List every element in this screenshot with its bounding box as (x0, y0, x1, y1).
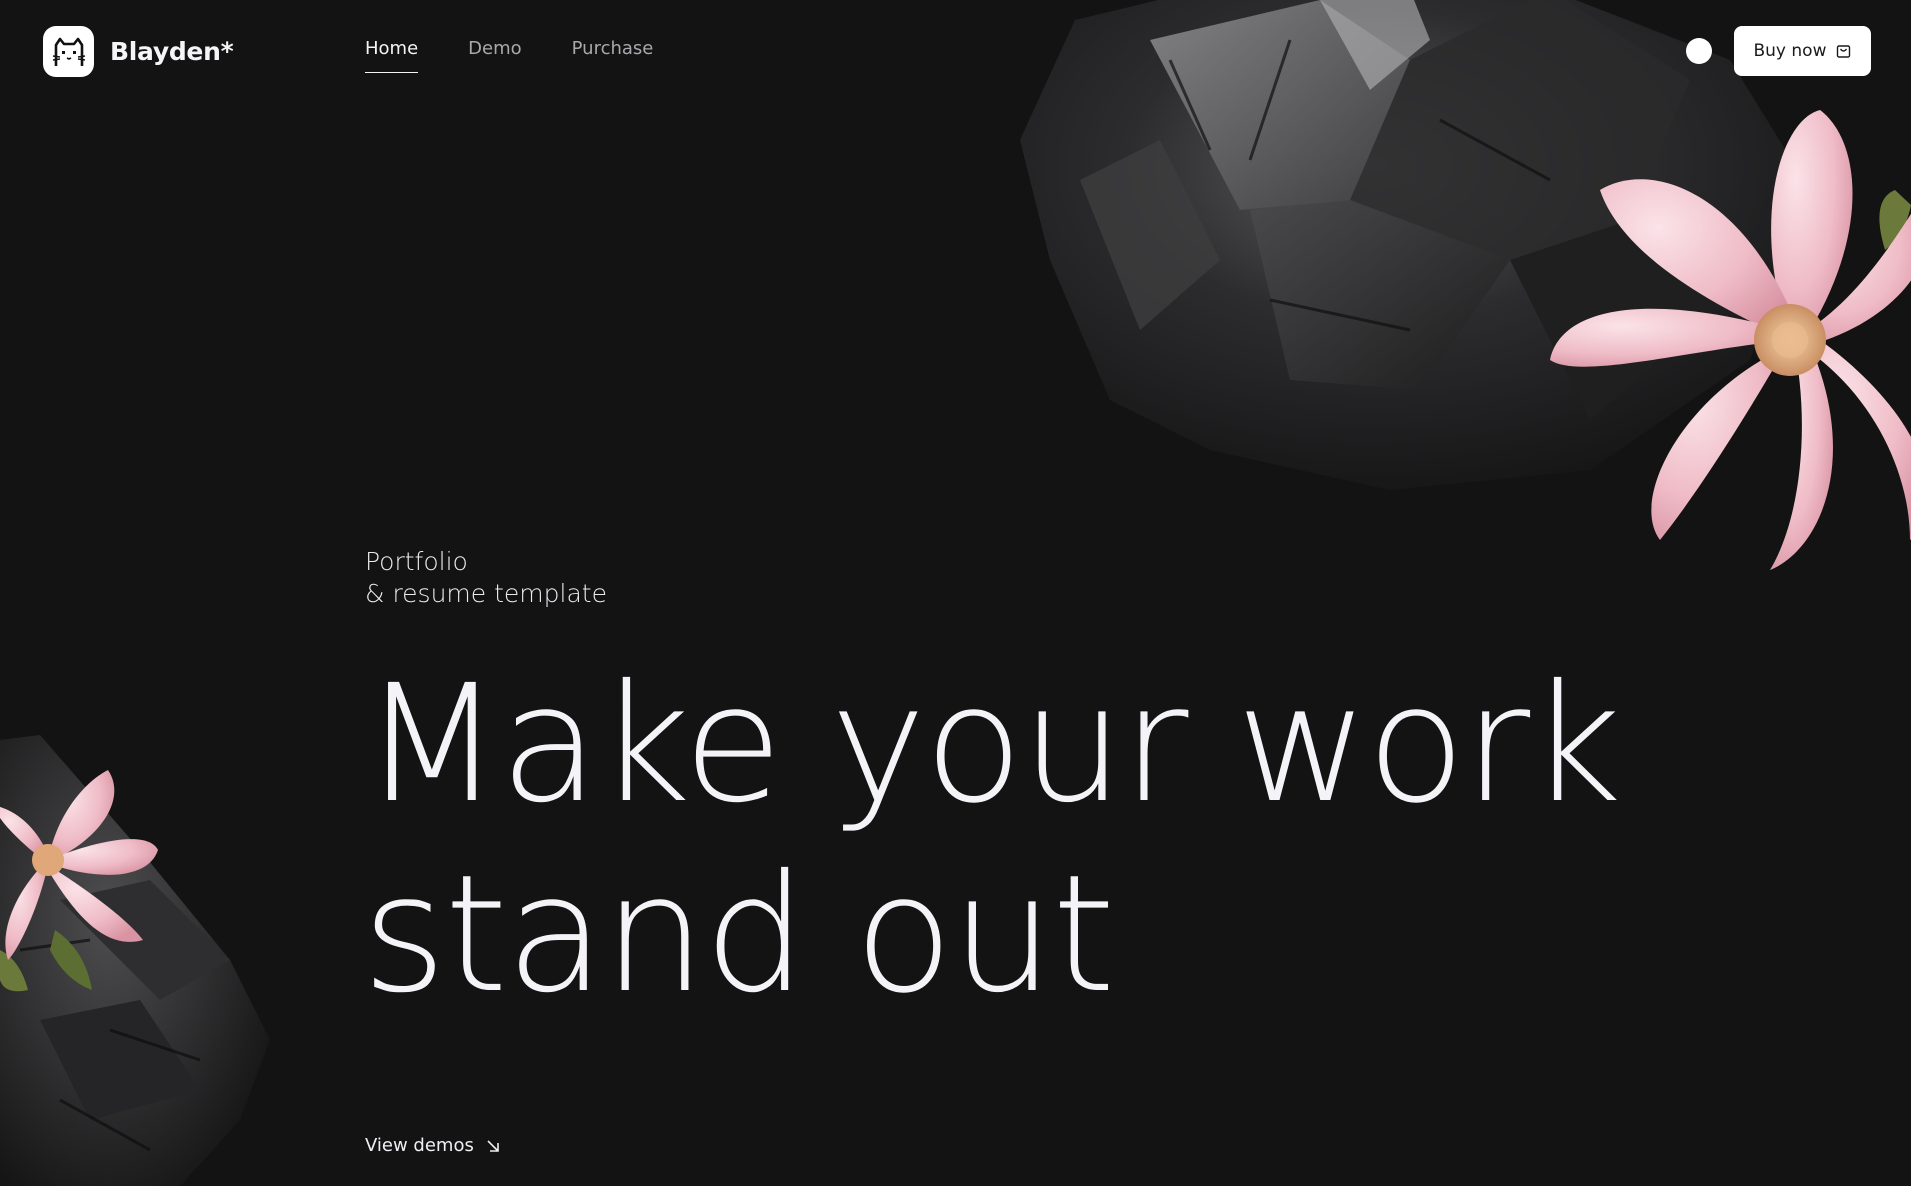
cat-icon (43, 26, 94, 77)
rock-flower-small-illustration (0, 735, 270, 1186)
cart-icon (1837, 44, 1851, 58)
site-header: Blayden* Home Demo Purchase Buy now (0, 0, 1911, 104)
nav-item-demo[interactable]: Demo (468, 38, 521, 73)
hero-subtitle-line1: Portfolio (365, 547, 468, 576)
logo[interactable]: Blayden* (43, 26, 234, 77)
arrow-down-right-icon (487, 1139, 499, 1152)
buy-now-label: Buy now (1753, 41, 1827, 61)
theme-toggle-button[interactable] (1686, 38, 1712, 64)
view-demos-label: View demos (365, 1135, 474, 1156)
nav-item-purchase[interactable]: Purchase (572, 38, 654, 73)
hero-subtitle: Portfolio & resume template (365, 546, 607, 610)
brand-name: Blayden* (110, 37, 234, 66)
hero-title-line1: Make your work (362, 651, 1622, 839)
main-nav: Home Demo Purchase (365, 38, 653, 73)
page: Blayden* Home Demo Purchase Buy now Port… (0, 0, 1911, 1186)
hero-title: Make your work stand out (362, 650, 1622, 1030)
buy-now-button[interactable]: Buy now (1734, 26, 1871, 76)
hero-subtitle-line2: & resume template (365, 579, 607, 608)
nav-item-home[interactable]: Home (365, 38, 419, 73)
view-demos-link[interactable]: View demos (365, 1135, 500, 1156)
hero-title-line2: stand out (362, 841, 1116, 1029)
